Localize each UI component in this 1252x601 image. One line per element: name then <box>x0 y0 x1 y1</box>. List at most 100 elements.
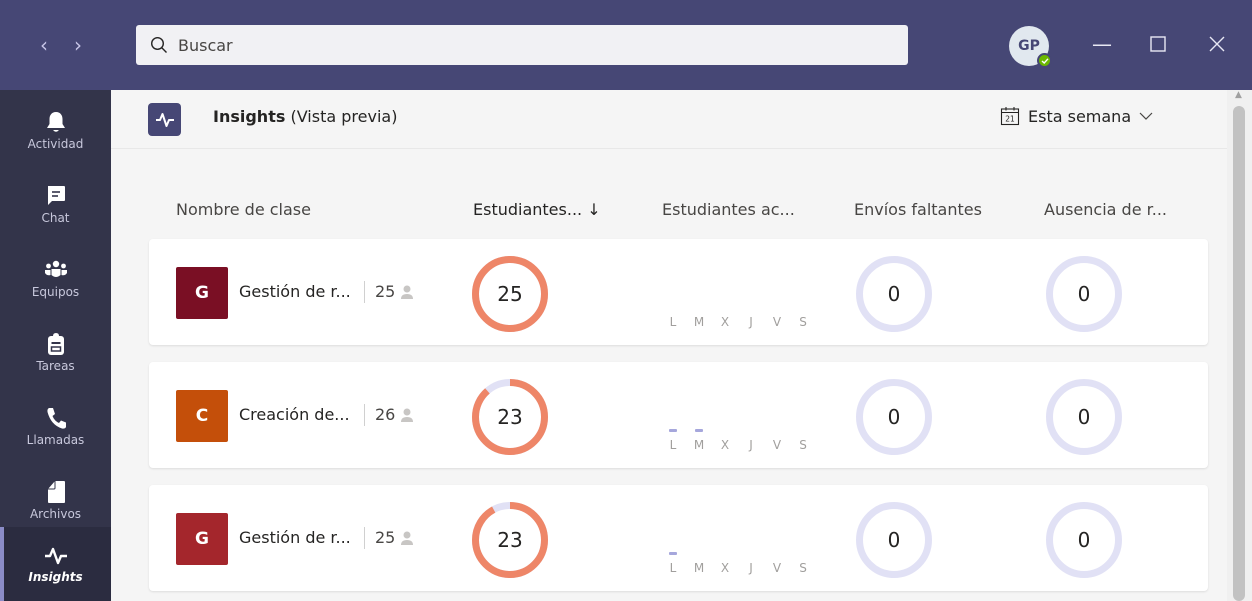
bell-icon <box>46 111 65 132</box>
insights-logo-icon <box>148 103 181 136</box>
back-arrow-icon[interactable]: ‹ <box>40 35 48 55</box>
col-header-class-name[interactable]: Nombre de clase <box>176 200 311 219</box>
class-avatar: G <box>176 267 228 319</box>
day-label: J <box>749 561 753 575</box>
day-label: J <box>749 438 753 452</box>
member-count: 25 <box>375 528 414 547</box>
day-label: S <box>799 438 807 452</box>
history-nav: ‹ › <box>40 35 82 55</box>
pulse-icon <box>44 547 67 564</box>
absence-value: 0 <box>1077 282 1091 306</box>
rail-item-tareas[interactable]: Tareas <box>0 315 111 389</box>
rail-item-llamadas[interactable]: Llamadas <box>0 389 111 463</box>
title-bar: ‹ › GP — <box>0 0 1252 90</box>
app-header: Insights (Vista previa) 21 Esta semana <box>111 90 1227 149</box>
day-label: X <box>720 315 730 329</box>
day-label: M <box>693 429 705 452</box>
avatar[interactable]: GP <box>1009 26 1052 68</box>
class-name[interactable]: Gestión de r... <box>239 528 351 547</box>
rail-item-archivos[interactable]: Archivos <box>0 463 111 537</box>
table-row[interactable]: C Creación de... 26 23 L M X J V S 0 0 <box>149 362 1208 468</box>
rail-label: Chat <box>41 210 70 225</box>
minimize-icon[interactable]: — <box>1092 32 1112 56</box>
day-label: L <box>669 315 677 329</box>
assignments-icon <box>47 332 64 355</box>
students-value: 23 <box>497 528 523 552</box>
member-count-value: 26 <box>375 405 396 424</box>
rail-item-equipos[interactable]: Equipos <box>0 241 111 315</box>
day-label: M <box>693 561 705 575</box>
chat-icon <box>47 185 65 205</box>
scroll-thumb[interactable] <box>1233 106 1245 601</box>
teams-icon <box>44 260 67 277</box>
activity-mark <box>695 429 703 432</box>
day-label: V <box>772 561 782 575</box>
activity-days: L M X J V S <box>667 552 809 575</box>
forward-arrow-icon[interactable]: › <box>74 35 82 55</box>
table-row[interactable]: G Gestión de r... 25 23 L M X J V S 0 0 <box>149 485 1208 591</box>
person-icon <box>401 285 414 299</box>
insights-content: Insights (Vista previa) 21 Esta semana N… <box>111 90 1227 601</box>
class-name[interactable]: Creación de... <box>239 405 350 424</box>
phone-icon <box>46 407 66 429</box>
period-label: Esta semana <box>1028 106 1132 126</box>
divider <box>364 527 365 549</box>
close-icon[interactable] <box>1209 32 1225 57</box>
app-subtitle: (Vista previa) <box>290 107 398 126</box>
calendar-day: 21 <box>1005 115 1015 124</box>
member-count: 26 <box>375 405 414 424</box>
activity-mark <box>669 552 677 555</box>
absence-value: 0 <box>1077 528 1091 552</box>
class-name[interactable]: Gestión de r... <box>239 282 351 301</box>
page-title: Insights (Vista previa) <box>213 107 397 126</box>
presence-available-icon <box>1037 53 1052 68</box>
chevron-down-icon <box>1139 112 1153 120</box>
avatar-initials: GP <box>1018 38 1040 54</box>
col-header-active-students[interactable]: Estudiantes ac... <box>662 200 795 219</box>
col-header-students[interactable]: Estudiantes... ↓ <box>473 200 601 219</box>
maximize-icon[interactable] <box>1150 32 1166 57</box>
member-count-value: 25 <box>375 282 396 301</box>
rail-label: Archivos <box>29 506 82 521</box>
calendar-icon: 21 <box>1000 107 1020 126</box>
search-input[interactable] <box>176 34 880 56</box>
class-avatar: C <box>176 390 228 442</box>
day-label: X <box>720 438 730 452</box>
day-label: V <box>772 438 782 452</box>
missing-value: 0 <box>887 282 901 306</box>
rail-label: Llamadas <box>26 432 85 447</box>
search-box[interactable] <box>136 25 908 65</box>
col-header-absence[interactable]: Ausencia de r... <box>1044 200 1167 219</box>
day-label: S <box>799 561 807 575</box>
col-header-missing-submissions[interactable]: Envíos faltantes <box>854 200 982 219</box>
table-row[interactable]: G Gestión de r... 25 25 L M X J V S 0 0 <box>149 239 1208 345</box>
search-icon <box>150 36 167 53</box>
day-label: L <box>667 429 679 452</box>
scrollbar[interactable]: ▲ <box>1227 90 1252 601</box>
rail-label: Actividad <box>27 136 84 151</box>
scroll-up-icon[interactable]: ▲ <box>1235 90 1242 100</box>
day-label: L <box>667 552 679 575</box>
activity-mark <box>669 429 677 432</box>
activity-days: L M X J V S <box>667 429 809 452</box>
member-count-value: 25 <box>375 528 396 547</box>
rail-item-insights[interactable]: Insights <box>0 527 111 601</box>
divider <box>364 281 365 303</box>
divider <box>364 404 365 426</box>
missing-value: 0 <box>887 528 901 552</box>
person-icon <box>401 531 414 545</box>
rail-item-actividad[interactable]: Actividad <box>0 93 111 167</box>
students-value: 23 <box>497 405 523 429</box>
day-label: X <box>720 561 730 575</box>
rail-item-chat[interactable]: Chat <box>0 167 111 241</box>
activity-days: L M X J V S <box>667 315 809 329</box>
students-value: 25 <box>497 282 523 306</box>
member-count: 25 <box>375 282 414 301</box>
table-header: Nombre de clase Estudiantes... ↓ Estudia… <box>111 200 1227 224</box>
absence-value: 0 <box>1077 405 1091 429</box>
app-rail: Actividad Chat Equipos Tareas Llamadas A… <box>0 90 111 601</box>
class-avatar: G <box>176 513 228 565</box>
day-label: V <box>772 315 782 329</box>
period-selector[interactable]: 21 Esta semana <box>1000 106 1153 126</box>
day-label: S <box>799 315 807 329</box>
